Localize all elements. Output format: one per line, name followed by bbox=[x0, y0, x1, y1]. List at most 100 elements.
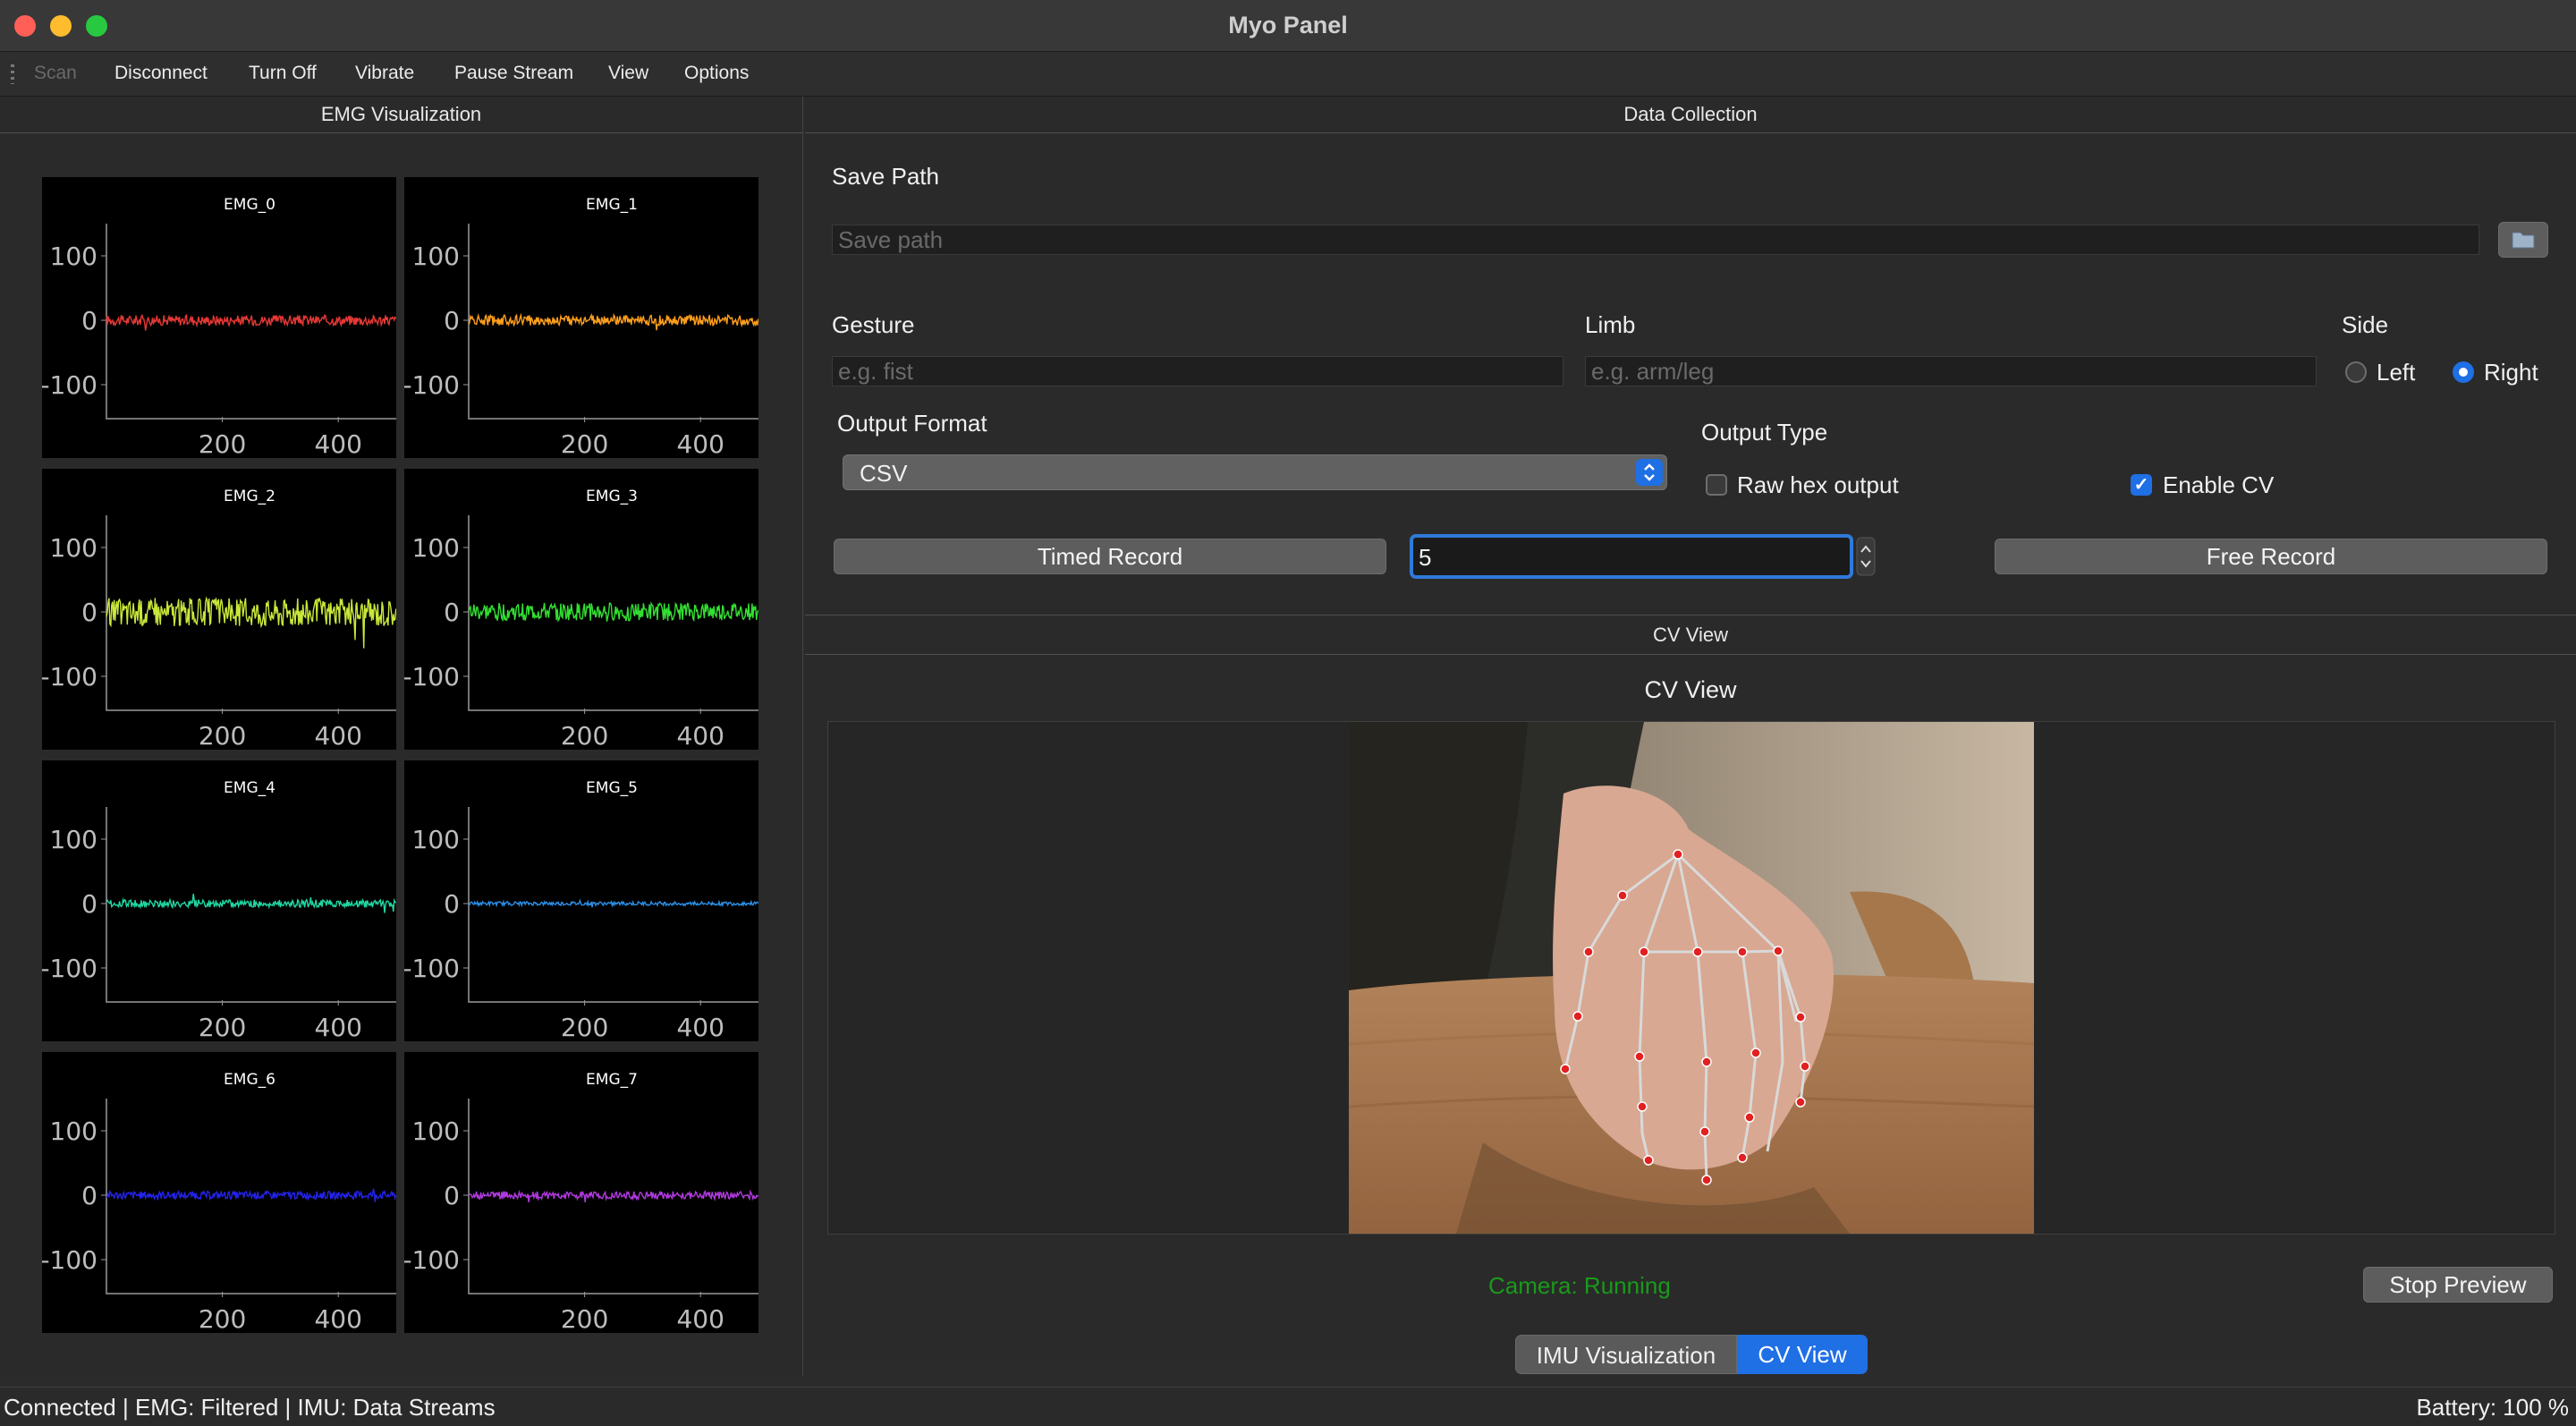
emg-plot-3: EMG_3 100 0 -100 200 400 bbox=[404, 469, 758, 750]
enable-cv-checkbox[interactable]: ✓ bbox=[2131, 474, 2152, 496]
y-tick-label: 0 bbox=[81, 306, 97, 335]
free-record-button[interactable]: Free Record bbox=[1995, 539, 2547, 574]
emg-visualization-panel: EMG Visualization EMG_0 100 0 -100 200 400 EMG… bbox=[0, 97, 803, 1376]
select-chevrons-icon bbox=[1636, 459, 1663, 486]
emg-signal-line bbox=[468, 1189, 758, 1202]
options-menu[interactable]: Options bbox=[684, 63, 749, 84]
y-tick-label: 0 bbox=[81, 1181, 97, 1210]
emg-plot-4: EMG_4 100 0 -100 200 400 bbox=[42, 760, 396, 1041]
limb-input[interactable] bbox=[1585, 356, 2317, 386]
duration-spinbox[interactable]: 5 bbox=[1410, 534, 1853, 579]
raw-hex-checkbox[interactable] bbox=[1706, 474, 1727, 496]
x-tick-label: 400 bbox=[314, 429, 361, 458]
y-tick-label: -100 bbox=[42, 662, 97, 692]
y-tick-label: 0 bbox=[444, 598, 460, 627]
duration-stepper[interactable] bbox=[1856, 537, 1876, 576]
camera-frame bbox=[1349, 722, 2034, 1234]
side-right-label[interactable]: Right bbox=[2484, 359, 2538, 386]
side-label: Side bbox=[2342, 311, 2389, 338]
enable-cv-label[interactable]: Enable CV bbox=[2163, 471, 2274, 499]
emg-plot-2: EMG_2 100 0 -100 200 400 bbox=[42, 469, 396, 750]
scan-button[interactable]: Scan bbox=[34, 63, 77, 84]
emg-panel-title: EMG Visualization bbox=[0, 97, 802, 133]
y-tick-label: -100 bbox=[404, 954, 460, 983]
emg-signal-line bbox=[106, 894, 396, 913]
y-tick-label: -100 bbox=[42, 954, 97, 983]
emg-plot-5: EMG_5 100 0 -100 200 400 bbox=[404, 760, 758, 1041]
window-title: Myo Panel bbox=[1228, 12, 1348, 38]
y-tick-label: 0 bbox=[81, 598, 97, 627]
side-right-radio[interactable] bbox=[2453, 361, 2474, 383]
vibrate-button[interactable]: Vibrate bbox=[355, 63, 414, 84]
cv-view-panel: CV View CV View Camera: Running Stop Pre… bbox=[805, 615, 2576, 1374]
status-bar: Connected | EMG: Filtered | IMU: Data St… bbox=[0, 1387, 2576, 1426]
y-tick-label: 100 bbox=[50, 825, 97, 854]
browse-folder-button[interactable] bbox=[2498, 222, 2548, 258]
x-tick-label: 400 bbox=[676, 721, 724, 750]
limb-label: Limb bbox=[1585, 311, 1636, 338]
camera-preview-area bbox=[827, 721, 2555, 1235]
y-tick-label: -100 bbox=[42, 1245, 97, 1275]
disconnect-button[interactable]: Disconnect bbox=[114, 63, 208, 84]
emg-signal-line bbox=[468, 601, 758, 623]
y-tick-label: 0 bbox=[444, 1181, 460, 1210]
emg-plot-title: EMG_0 bbox=[224, 196, 275, 214]
y-tick-label: 100 bbox=[412, 1116, 460, 1146]
y-tick-label: 100 bbox=[50, 242, 97, 271]
x-tick-label: 400 bbox=[676, 1304, 724, 1333]
side-left-label[interactable]: Left bbox=[2377, 359, 2415, 386]
emg-signal-line bbox=[106, 313, 396, 331]
x-tick-label: 200 bbox=[561, 721, 608, 750]
emg-signal-line bbox=[106, 1188, 396, 1202]
emg-plot-title: EMG_1 bbox=[586, 196, 638, 214]
side-left-radio[interactable] bbox=[2345, 361, 2367, 383]
stepper-arrows-icon bbox=[1856, 537, 1876, 576]
connection-status: Connected | EMG: Filtered | IMU: Data St… bbox=[4, 1394, 496, 1421]
x-tick-label: 200 bbox=[561, 1304, 608, 1333]
emg-plot-title: EMG_4 bbox=[224, 779, 275, 797]
output-format-label: Output Format bbox=[837, 410, 987, 437]
gesture-input[interactable] bbox=[832, 356, 1563, 386]
emg-plot-0: EMG_0 100 0 -100 200 400 bbox=[42, 177, 396, 458]
save-path-label: Save Path bbox=[832, 163, 939, 190]
emg-signal-line bbox=[468, 312, 758, 331]
y-tick-label: -100 bbox=[404, 370, 460, 400]
emg-signal-line bbox=[468, 898, 758, 908]
x-tick-label: 200 bbox=[561, 1013, 608, 1041]
x-tick-label: 400 bbox=[314, 721, 361, 750]
x-tick-label: 400 bbox=[676, 429, 724, 458]
y-tick-label: -100 bbox=[404, 1245, 460, 1275]
y-tick-label: 100 bbox=[50, 1116, 97, 1146]
y-tick-label: -100 bbox=[404, 662, 460, 692]
turn-off-button[interactable]: Turn Off bbox=[249, 63, 317, 84]
timed-record-button[interactable]: Timed Record bbox=[834, 539, 1386, 574]
tab-imu-visualization[interactable]: IMU Visualization bbox=[1515, 1335, 1737, 1374]
save-path-input[interactable] bbox=[832, 225, 2479, 255]
y-tick-label: -100 bbox=[42, 370, 97, 400]
data-collection-title: Data Collection bbox=[805, 97, 2576, 133]
stop-preview-button[interactable]: Stop Preview bbox=[2363, 1267, 2553, 1303]
x-tick-label: 200 bbox=[199, 721, 246, 750]
view-menu[interactable]: View bbox=[608, 63, 648, 84]
data-collection-panel: Data Collection Save Path Gesture Limb S… bbox=[805, 97, 2576, 615]
tab-cv-view[interactable]: CV View bbox=[1737, 1335, 1868, 1374]
x-tick-label: 400 bbox=[314, 1013, 361, 1041]
folder-icon bbox=[2512, 232, 2535, 249]
emg-plot-title: EMG_5 bbox=[586, 779, 638, 797]
x-tick-label: 400 bbox=[314, 1304, 361, 1333]
emg-plot-title: EMG_2 bbox=[224, 488, 275, 505]
raw-hex-label[interactable]: Raw hex output bbox=[1737, 471, 1899, 499]
x-tick-label: 200 bbox=[199, 1304, 246, 1333]
y-tick-label: 100 bbox=[412, 825, 460, 854]
duration-value[interactable]: 5 bbox=[1419, 544, 1431, 572]
emg-plot-axis bbox=[106, 224, 396, 420]
output-format-select[interactable]: CSV bbox=[843, 454, 1667, 490]
y-tick-label: 0 bbox=[81, 889, 97, 919]
output-type-label: Output Type bbox=[1701, 419, 1828, 446]
toolbar-grip-handle[interactable] bbox=[11, 64, 14, 84]
y-tick-label: 0 bbox=[444, 889, 460, 919]
output-format-value: CSV bbox=[860, 460, 908, 487]
cv-view-title: CV View bbox=[1644, 676, 1737, 703]
pause-stream-button[interactable]: Pause Stream bbox=[454, 63, 573, 84]
emg-signal-line bbox=[106, 596, 396, 649]
